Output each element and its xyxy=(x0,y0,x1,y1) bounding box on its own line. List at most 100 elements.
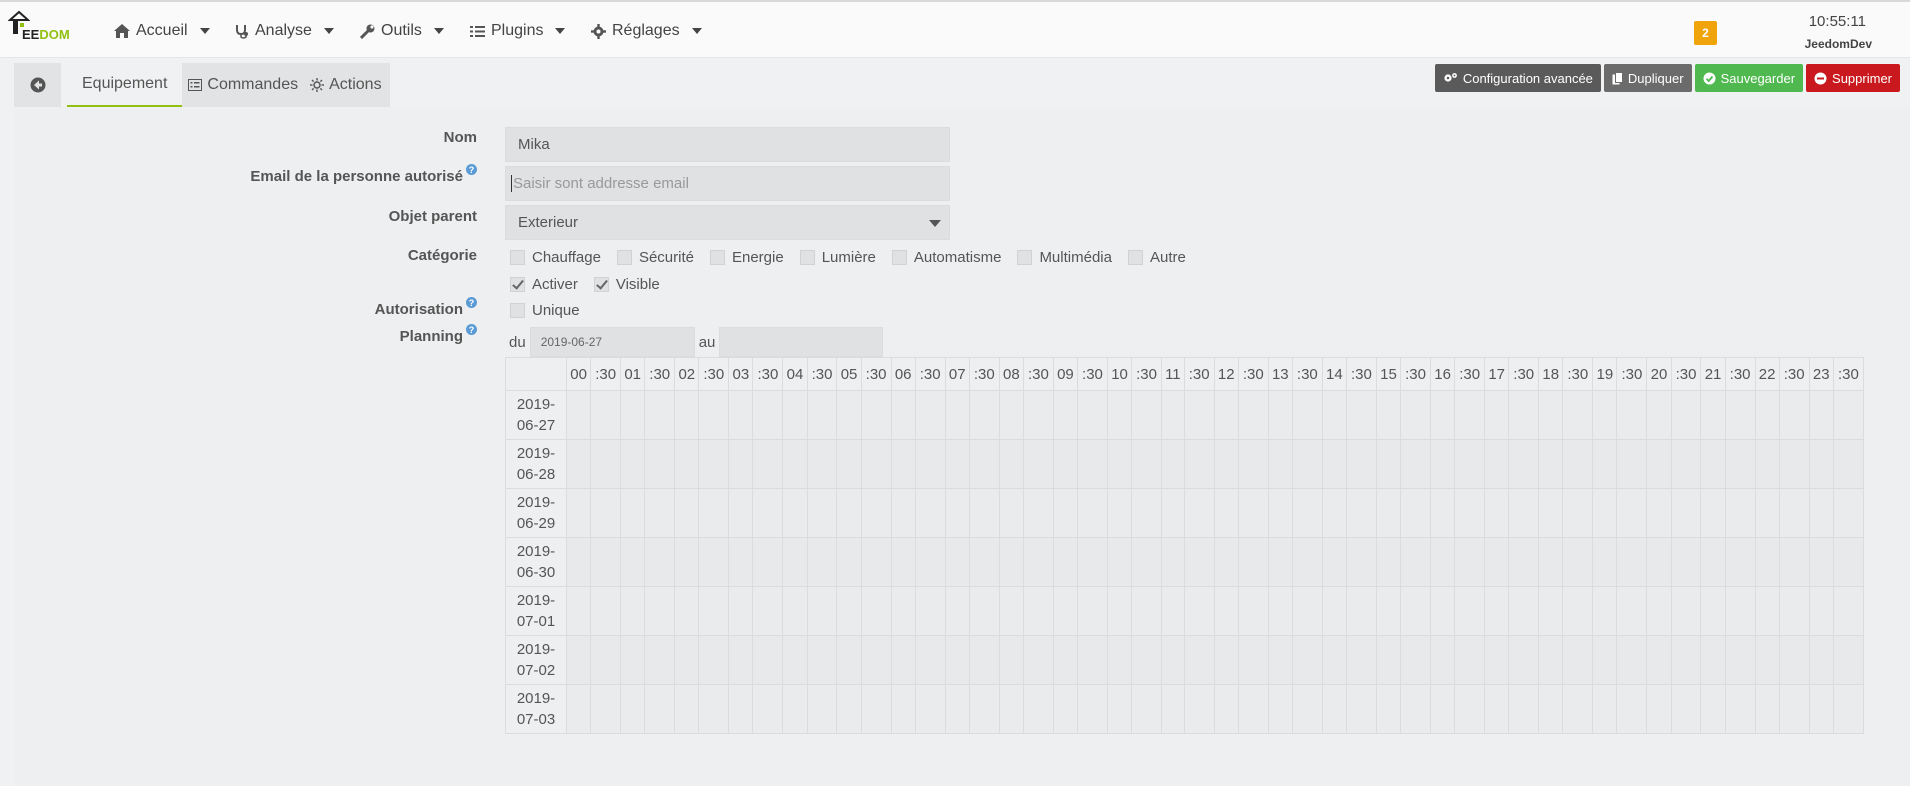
planning-slot[interactable] xyxy=(1052,439,1079,489)
planning-slot[interactable] xyxy=(1484,537,1510,587)
planning-slot[interactable] xyxy=(1213,684,1239,734)
planning-slot[interactable] xyxy=(914,635,946,685)
planning-slot[interactable] xyxy=(1183,390,1215,440)
planning-slot[interactable] xyxy=(998,488,1024,538)
planning-slot[interactable] xyxy=(1052,684,1079,734)
planning-slot[interactable] xyxy=(1077,488,1108,538)
planning-slot[interactable] xyxy=(1616,488,1648,538)
planning-slot[interactable] xyxy=(1754,439,1780,489)
planning-slot[interactable] xyxy=(1183,635,1215,685)
planning-slot[interactable] xyxy=(890,586,916,636)
save-button[interactable]: Sauvegarder xyxy=(1694,64,1804,92)
planning-slot[interactable] xyxy=(1808,537,1834,587)
planning-slot[interactable] xyxy=(1700,586,1726,636)
planning-slot[interactable] xyxy=(860,390,892,440)
planning-slot[interactable] xyxy=(1778,390,1810,440)
planning-slot[interactable] xyxy=(1291,635,1323,685)
planning-slot[interactable] xyxy=(590,537,622,587)
planning-slot[interactable] xyxy=(1106,537,1133,587)
planning-slot[interactable] xyxy=(1832,586,1865,636)
planning-slot[interactable] xyxy=(1508,439,1540,489)
planning-slot[interactable] xyxy=(1161,390,1185,440)
planning-slot[interactable] xyxy=(1375,684,1402,734)
planning-slot[interactable] xyxy=(1562,684,1594,734)
planning-slot[interactable] xyxy=(1538,684,1564,734)
planning-slot[interactable] xyxy=(1400,488,1431,538)
planning-slot[interactable] xyxy=(1538,537,1564,587)
planning-slot[interactable] xyxy=(1670,390,1702,440)
planning-slot[interactable] xyxy=(620,537,646,587)
planning-slot[interactable] xyxy=(1832,537,1865,587)
planning-slot[interactable] xyxy=(1022,439,1054,489)
planning-slot[interactable] xyxy=(565,390,592,440)
planning-slot[interactable] xyxy=(1237,635,1269,685)
planning-slot[interactable] xyxy=(644,586,676,636)
planning-slot[interactable] xyxy=(1724,537,1756,587)
category-lumiere[interactable]: Lumière xyxy=(799,249,876,266)
user-name[interactable]: JeedomDev xyxy=(1805,37,1872,51)
planning-slot[interactable] xyxy=(1484,390,1510,440)
planning-slot[interactable] xyxy=(1077,586,1108,636)
planning-slot[interactable] xyxy=(914,390,946,440)
planning-slot[interactable] xyxy=(1052,488,1079,538)
planning-slot[interactable] xyxy=(890,537,916,587)
planning-slot[interactable] xyxy=(1267,684,1293,734)
planning-slot[interactable] xyxy=(1345,635,1377,685)
planning-slot[interactable] xyxy=(1808,488,1834,538)
planning-slot[interactable] xyxy=(1213,537,1239,587)
planning-slot[interactable] xyxy=(1237,439,1269,489)
advanced-config-button[interactable]: Configuration avancée xyxy=(1434,64,1601,92)
planning-slot[interactable] xyxy=(1161,439,1185,489)
planning-slot[interactable] xyxy=(1562,488,1594,538)
planning-slot[interactable] xyxy=(1484,586,1510,636)
planning-slot[interactable] xyxy=(674,439,700,489)
planning-slot[interactable] xyxy=(1508,684,1540,734)
planning-slot[interactable] xyxy=(1616,586,1648,636)
planning-slot[interactable] xyxy=(782,684,808,734)
planning-slot[interactable] xyxy=(1183,488,1215,538)
planning-slot[interactable] xyxy=(1754,488,1780,538)
planning-slot[interactable] xyxy=(1700,537,1726,587)
category-multimedia[interactable]: Multimédia xyxy=(1017,249,1112,266)
planning-slot[interactable] xyxy=(1345,684,1377,734)
planning-slot[interactable] xyxy=(1429,635,1456,685)
planning-slot[interactable] xyxy=(1375,439,1402,489)
planning-slot[interactable] xyxy=(1161,488,1185,538)
planning-slot[interactable] xyxy=(1616,635,1648,685)
planning-slot[interactable] xyxy=(1291,439,1323,489)
planning-slot[interactable] xyxy=(1724,439,1756,489)
tab-equipement[interactable]: Equipement xyxy=(67,63,183,107)
planning-slot[interactable] xyxy=(644,439,676,489)
planning-slot[interactable] xyxy=(1670,488,1702,538)
back-button[interactable] xyxy=(14,63,61,107)
planning-slot[interactable] xyxy=(1670,439,1702,489)
question-circle-icon[interactable]: ? xyxy=(466,164,477,175)
planning-slot[interactable] xyxy=(674,586,700,636)
planning-slot[interactable] xyxy=(944,439,970,489)
planning-slot[interactable] xyxy=(836,684,862,734)
planning-slot[interactable] xyxy=(1700,635,1726,685)
planning-slot[interactable] xyxy=(1646,684,1672,734)
planning-slot[interactable] xyxy=(1213,586,1239,636)
planning-slot[interactable] xyxy=(1052,537,1079,587)
planning-slot[interactable] xyxy=(1778,684,1810,734)
planning-slot[interactable] xyxy=(565,488,592,538)
planning-slot[interactable] xyxy=(1508,586,1540,636)
planning-slot[interactable] xyxy=(1454,537,1486,587)
planning-slot[interactable] xyxy=(752,390,784,440)
planning-slot[interactable] xyxy=(836,390,862,440)
planning-slot[interactable] xyxy=(752,635,784,685)
planning-slot[interactable] xyxy=(944,488,970,538)
planning-slot[interactable] xyxy=(1131,439,1163,489)
planning-slot[interactable] xyxy=(1267,635,1293,685)
planning-slot[interactable] xyxy=(1508,488,1540,538)
planning-slot[interactable] xyxy=(1484,684,1510,734)
planning-slot[interactable] xyxy=(1400,586,1431,636)
planning-slot[interactable] xyxy=(1077,390,1108,440)
planning-slot[interactable] xyxy=(1345,586,1377,636)
planning-slot[interactable] xyxy=(1375,586,1402,636)
planning-slot[interactable] xyxy=(1052,390,1079,440)
planning-slot[interactable] xyxy=(1213,488,1239,538)
planning-slot[interactable] xyxy=(1022,537,1054,587)
planning-slot[interactable] xyxy=(1291,390,1323,440)
